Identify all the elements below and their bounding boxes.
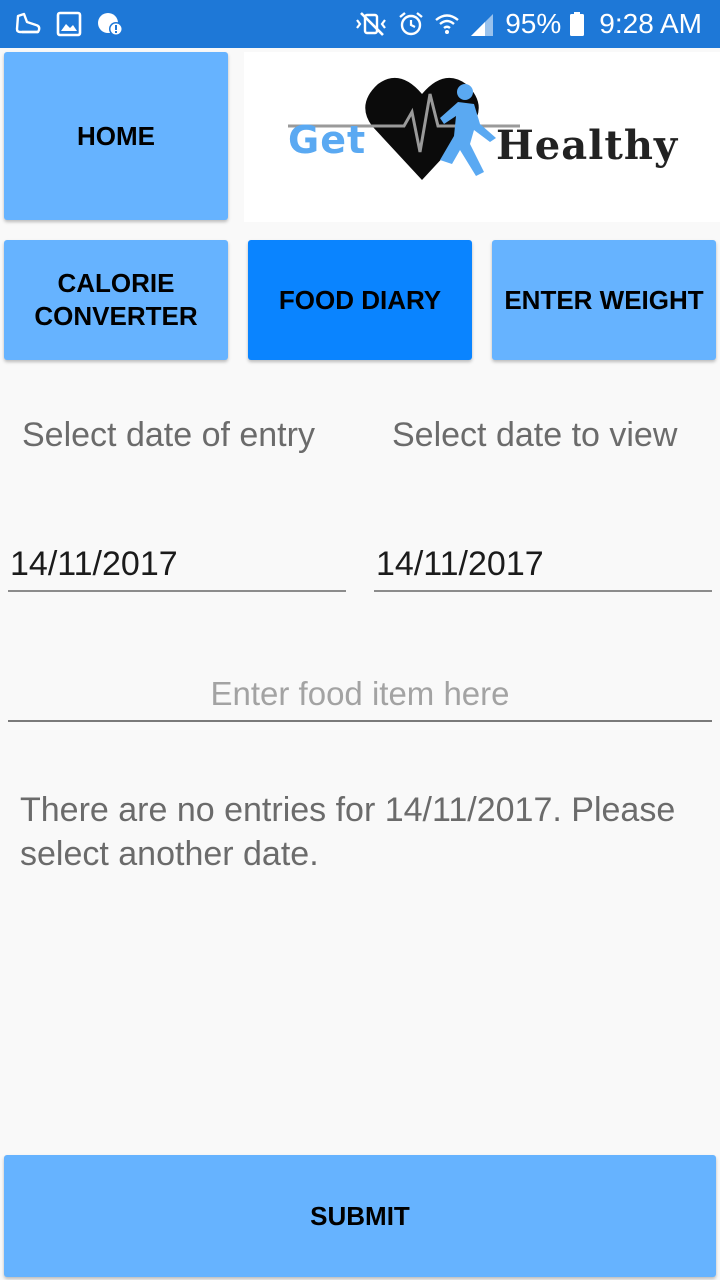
vibrate-mute-icon bbox=[353, 10, 389, 38]
wifi-icon bbox=[433, 10, 461, 38]
signal-icon bbox=[469, 10, 495, 38]
status-bar: 95% 9:28 AM bbox=[0, 0, 720, 48]
battery-icon bbox=[569, 10, 585, 38]
submit-button[interactable]: SUBMIT bbox=[4, 1155, 716, 1277]
entry-date-label: Select date of entry bbox=[22, 416, 315, 454]
alarm-icon bbox=[397, 10, 425, 38]
food-item-input[interactable] bbox=[8, 668, 712, 722]
image-icon bbox=[56, 10, 82, 38]
running-shoe-icon bbox=[14, 10, 42, 38]
food-diary-button[interactable]: FOOD DIARY bbox=[248, 240, 472, 360]
no-entries-message: There are no entries for 14/11/2017. Ple… bbox=[20, 791, 676, 873]
logo-text-get: Get bbox=[288, 118, 367, 162]
calorie-converter-button[interactable]: CALORIE CONVERTER bbox=[4, 240, 228, 360]
battery-percent: 95% bbox=[505, 8, 562, 39]
sync-alert-icon bbox=[96, 10, 124, 38]
view-date-field[interactable]: 14/11/2017 bbox=[374, 542, 712, 592]
view-date-label: Select date to view bbox=[392, 416, 678, 454]
clock-time: 9:28 AM bbox=[599, 8, 702, 39]
get-healthy-logo: Get Healthy bbox=[244, 52, 720, 222]
entry-date-field[interactable]: 14/11/2017 bbox=[8, 542, 346, 592]
enter-weight-button[interactable]: ENTER WEIGHT bbox=[492, 240, 716, 360]
home-button[interactable]: HOME bbox=[4, 52, 228, 220]
logo-text-healthy: Healthy bbox=[496, 122, 679, 169]
